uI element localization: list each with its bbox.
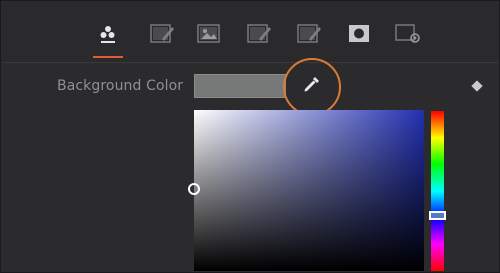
tab-edit-1[interactable]: [148, 22, 178, 46]
hue-slider-handle[interactable]: [429, 211, 446, 220]
tab-edit-2[interactable]: [245, 22, 275, 46]
image-icon: [196, 23, 222, 45]
active-tab-indicator: [93, 56, 123, 58]
edit-sparkle-icon: [297, 23, 323, 45]
hue-slider[interactable]: [431, 111, 444, 271]
background-color-swatch[interactable]: [194, 74, 286, 98]
saturation-value-handle[interactable]: [188, 183, 200, 195]
mask-icon: [347, 23, 371, 45]
settings-icon: [394, 23, 422, 45]
edit-sparkle-icon: [247, 23, 273, 45]
color-nodes-icon: [96, 22, 120, 46]
tab-color-nodes[interactable]: [93, 22, 123, 46]
tab-image[interactable]: [194, 22, 224, 46]
tab-mask[interactable]: [344, 22, 374, 46]
tab-edit-3[interactable]: [295, 22, 325, 46]
highlight-ring: [283, 58, 341, 116]
edit-sparkle-icon: [150, 23, 176, 45]
keyframe-diamond-icon[interactable]: [471, 80, 483, 92]
toolbar: [2, 2, 498, 63]
inspector-panel: Background Color: [0, 0, 500, 273]
tab-settings[interactable]: [393, 22, 423, 46]
saturation-value-area[interactable]: [194, 110, 424, 271]
background-color-label: Background Color: [57, 78, 184, 94]
